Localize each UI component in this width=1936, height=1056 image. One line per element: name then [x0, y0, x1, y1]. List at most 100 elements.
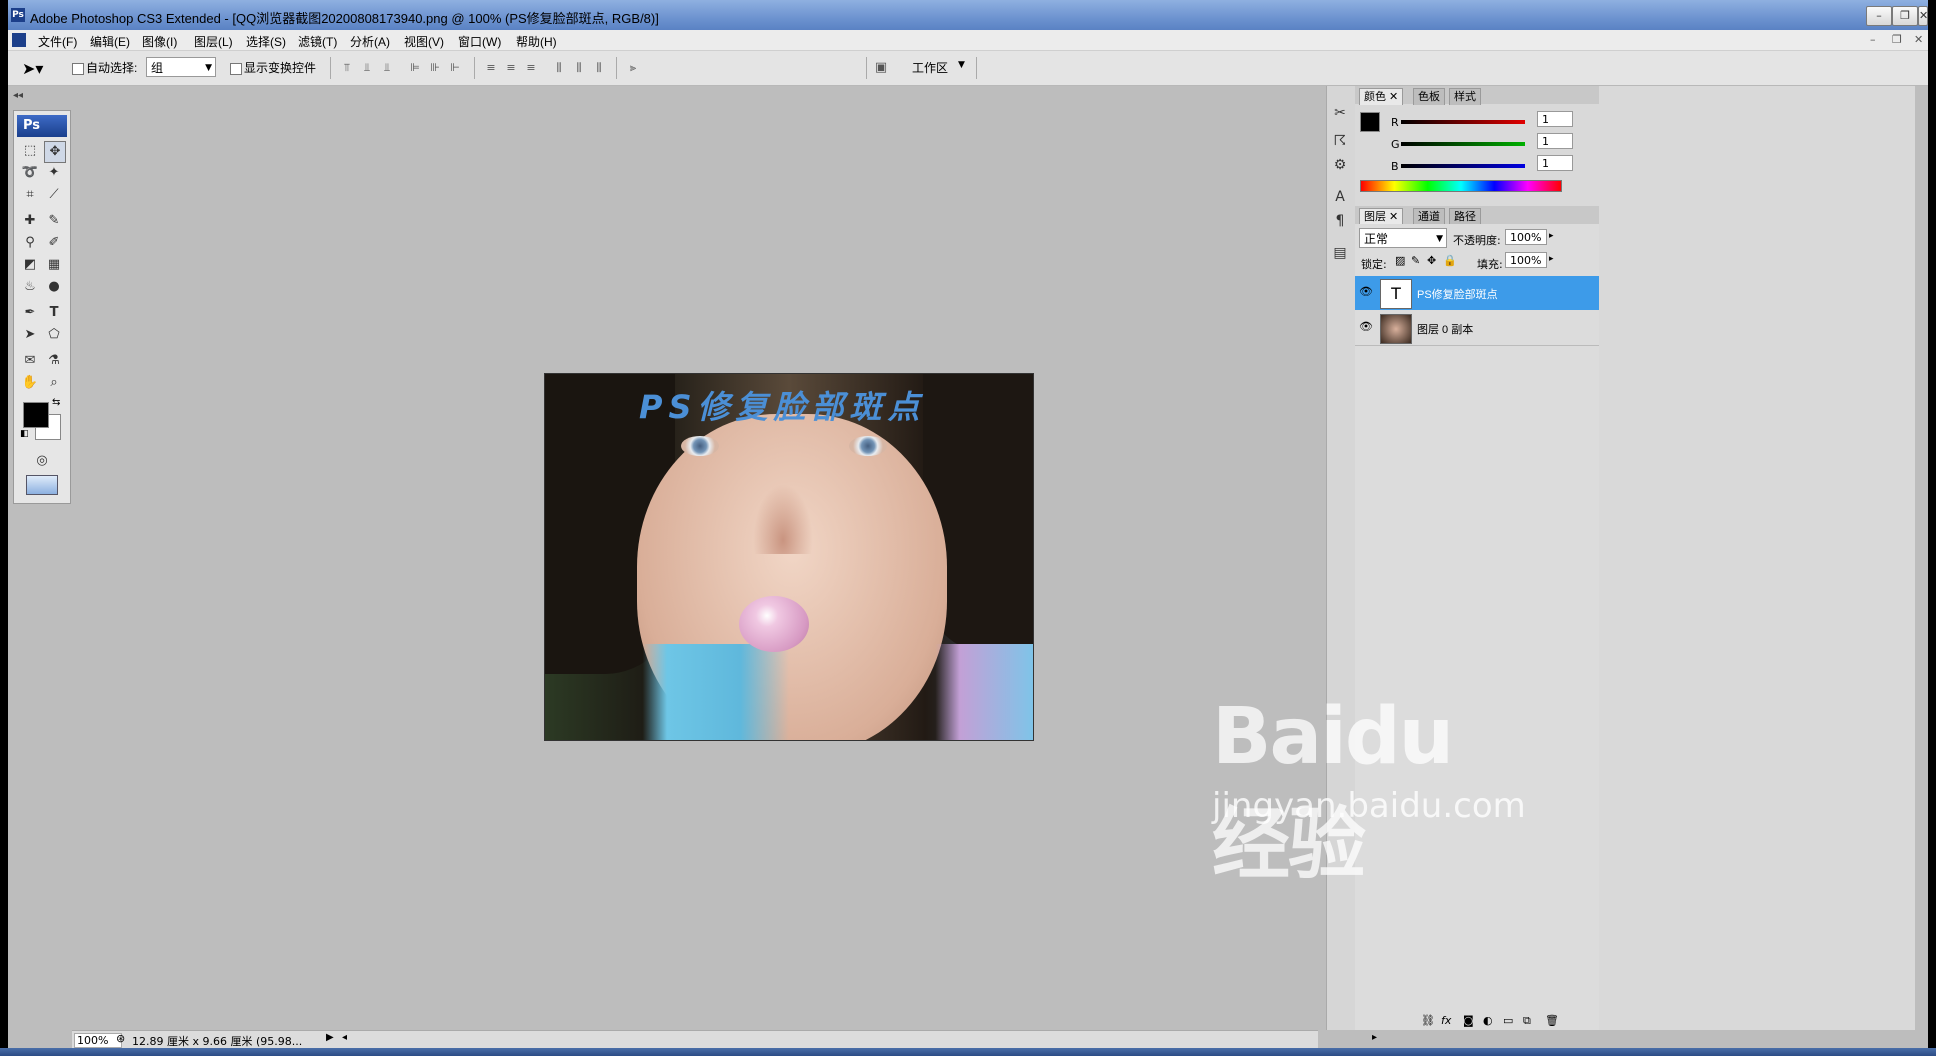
- auto-align-icon[interactable]: ⫸: [626, 62, 640, 74]
- character-icon[interactable]: A: [1329, 186, 1351, 208]
- lasso-tool-icon[interactable]: ➰: [20, 163, 40, 183]
- move-tool-preset-icon[interactable]: ➤▾: [22, 59, 43, 78]
- shape-tool-icon[interactable]: ⬠: [44, 325, 64, 345]
- fg-color-swatch[interactable]: [1360, 112, 1380, 132]
- lock-position-icon[interactable]: ✥: [1427, 254, 1436, 267]
- paragraph-icon[interactable]: ¶: [1329, 210, 1351, 232]
- visibility-eye-icon[interactable]: 👁: [1358, 284, 1374, 300]
- healing-brush-icon[interactable]: ✚: [20, 211, 40, 231]
- zoom-field[interactable]: 100%: [74, 1033, 122, 1048]
- doc-restore-button[interactable]: ❐: [1892, 33, 1902, 46]
- r-slider[interactable]: [1401, 120, 1525, 124]
- align-hcenter-icon[interactable]: ⊪: [428, 62, 442, 74]
- new-layer-icon[interactable]: ⧉: [1523, 1014, 1531, 1028]
- layer-style-icon[interactable]: fx: [1441, 1014, 1451, 1027]
- b-value-field[interactable]: 1: [1537, 155, 1573, 171]
- menu-help[interactable]: 帮助(H): [516, 33, 557, 50]
- brush-tool-icon[interactable]: ✎: [44, 211, 64, 231]
- clone-stamp-icon[interactable]: ⚲: [20, 233, 40, 253]
- layer-mask-icon[interactable]: ◙: [1463, 1014, 1474, 1027]
- align-left-icon[interactable]: ⊫: [408, 62, 422, 74]
- g-value-field[interactable]: 1: [1537, 133, 1573, 149]
- auto-select-dropdown[interactable]: 组 ▼: [146, 57, 216, 77]
- align-vcenter-icon[interactable]: ⫫: [360, 62, 374, 74]
- new-group-icon[interactable]: ▭: [1503, 1014, 1513, 1027]
- distribute-left-icon[interactable]: ⫼: [552, 62, 566, 74]
- visibility-eye-icon[interactable]: 👁: [1358, 319, 1374, 335]
- slice-tool-icon[interactable]: ⟋: [44, 185, 64, 205]
- collapse-toolbox-icon[interactable]: ◂◂: [13, 90, 23, 101]
- document-image[interactable]: PS修复脸部斑点: [544, 373, 1034, 741]
- status-menu-arrow-icon[interactable]: ▶: [326, 1032, 334, 1043]
- blur-tool-icon[interactable]: ♨: [20, 277, 40, 297]
- notes-tool-icon[interactable]: ✉: [20, 351, 40, 371]
- menu-layer[interactable]: 图层(L): [194, 33, 233, 50]
- tab-color[interactable]: 颜色 ✕: [1359, 88, 1404, 105]
- r-value-field[interactable]: 1: [1537, 111, 1573, 127]
- b-slider[interactable]: [1401, 164, 1525, 168]
- gradient-tool-icon[interactable]: ▦: [44, 255, 64, 275]
- bridge-icon[interactable]: ▣: [874, 61, 888, 74]
- doc-close-button[interactable]: ✕: [1914, 33, 1923, 46]
- status-info-icon[interactable]: ⊛: [116, 1032, 125, 1045]
- scroll-left-icon[interactable]: ◂: [342, 1032, 347, 1043]
- color-spectrum-bar[interactable]: [1360, 180, 1562, 192]
- actions-icon[interactable]: ⚙: [1329, 154, 1351, 176]
- delete-layer-icon[interactable]: 🗑: [1545, 1014, 1559, 1027]
- tab-styles[interactable]: 样式: [1449, 88, 1481, 105]
- tab-channels[interactable]: 通道: [1413, 208, 1445, 225]
- distribute-hcenter-icon[interactable]: ⫼: [572, 62, 586, 74]
- move-tool-icon[interactable]: ✥: [44, 141, 66, 163]
- doc-minimize-button[interactable]: –: [1870, 33, 1876, 46]
- hand-tool-icon[interactable]: ✋: [20, 373, 40, 393]
- foreground-color-swatch[interactable]: [23, 402, 49, 428]
- crop-tool-icon[interactable]: ⌗: [20, 185, 40, 205]
- eyedropper-icon[interactable]: ⚗: [44, 351, 64, 371]
- layer-row-image[interactable]: 👁 图层 0 副本: [1355, 311, 1599, 346]
- tab-paths[interactable]: 路径: [1449, 208, 1481, 225]
- opacity-arrow-icon[interactable]: ▸: [1549, 231, 1554, 241]
- g-slider[interactable]: [1401, 142, 1525, 146]
- tab-layers[interactable]: 图层 ✕: [1359, 208, 1404, 225]
- fill-arrow-icon[interactable]: ▸: [1549, 254, 1554, 264]
- dodge-tool-icon[interactable]: ●: [44, 277, 64, 297]
- blend-mode-dropdown[interactable]: 正常 ▼: [1359, 228, 1447, 248]
- distribute-vcenter-icon[interactable]: ≡: [504, 62, 518, 74]
- auto-select-checkbox[interactable]: [72, 63, 84, 75]
- lock-pixels-icon[interactable]: ✎: [1411, 254, 1420, 267]
- eraser-tool-icon[interactable]: ◩: [20, 255, 40, 275]
- navigator-icon[interactable]: ✂: [1329, 102, 1351, 124]
- workspace-button[interactable]: 工作区: [912, 59, 948, 76]
- close-button[interactable]: ✕: [1918, 6, 1928, 26]
- pen-tool-icon[interactable]: ✒: [20, 303, 40, 323]
- layer-row-text[interactable]: 👁 T PS修复脸部斑点: [1355, 276, 1599, 310]
- history-icon[interactable]: ☈: [1329, 130, 1351, 152]
- distribute-bottom-icon[interactable]: ≡: [524, 62, 538, 74]
- distribute-top-icon[interactable]: ≡: [484, 62, 498, 74]
- maximize-button[interactable]: ❐: [1892, 6, 1918, 26]
- zoom-tool-icon[interactable]: ⌕: [44, 373, 64, 393]
- lock-transparent-icon[interactable]: ▨: [1395, 254, 1405, 267]
- menu-analysis[interactable]: 分析(A): [350, 33, 390, 50]
- align-top-icon[interactable]: ⫪: [340, 62, 354, 74]
- path-selection-icon[interactable]: ➤: [20, 325, 40, 345]
- opacity-field[interactable]: 100%: [1505, 229, 1547, 245]
- menu-image[interactable]: 图像(I): [142, 33, 177, 50]
- tab-swatches[interactable]: 色板: [1413, 88, 1445, 105]
- magic-wand-icon[interactable]: ✦: [44, 163, 64, 183]
- type-tool-icon[interactable]: T: [44, 303, 64, 323]
- fill-field[interactable]: 100%: [1505, 252, 1547, 268]
- menu-view[interactable]: 视图(V): [404, 33, 444, 50]
- adjustment-layer-icon[interactable]: ◐: [1483, 1014, 1493, 1027]
- show-transform-checkbox[interactable]: [230, 63, 242, 75]
- default-colors-icon[interactable]: ◧: [20, 429, 29, 439]
- menu-window[interactable]: 窗口(W): [458, 33, 501, 50]
- menu-file[interactable]: 文件(F): [38, 33, 77, 50]
- menu-select[interactable]: 选择(S): [246, 33, 286, 50]
- distribute-right-icon[interactable]: ⫼: [592, 62, 606, 74]
- menu-edit[interactable]: 编辑(E): [90, 33, 130, 50]
- layer-comps-icon[interactable]: ▤: [1329, 242, 1351, 264]
- scroll-right-icon[interactable]: ▸: [1372, 1032, 1377, 1043]
- link-layers-icon[interactable]: ⛓: [1421, 1014, 1435, 1027]
- swap-colors-icon[interactable]: ⇆: [52, 397, 60, 408]
